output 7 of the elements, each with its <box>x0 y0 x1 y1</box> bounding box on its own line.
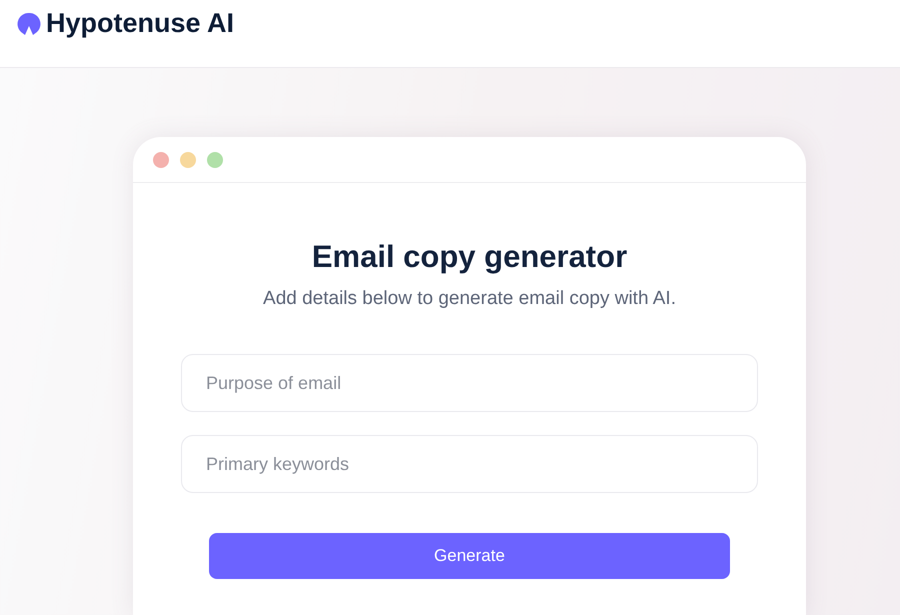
input-field[interactable]: Purpose of email <box>181 354 758 412</box>
brand-name: Hypotenuse AI <box>46 8 234 39</box>
generate-button[interactable]: Generate <box>209 533 730 579</box>
form-title: Email copy generator <box>312 239 628 275</box>
logo-icon <box>17 12 41 36</box>
input-field[interactable]: Primary keywords <box>181 435 758 493</box>
form-subtitle: Add details below to generate email copy with AI. <box>263 288 676 310</box>
